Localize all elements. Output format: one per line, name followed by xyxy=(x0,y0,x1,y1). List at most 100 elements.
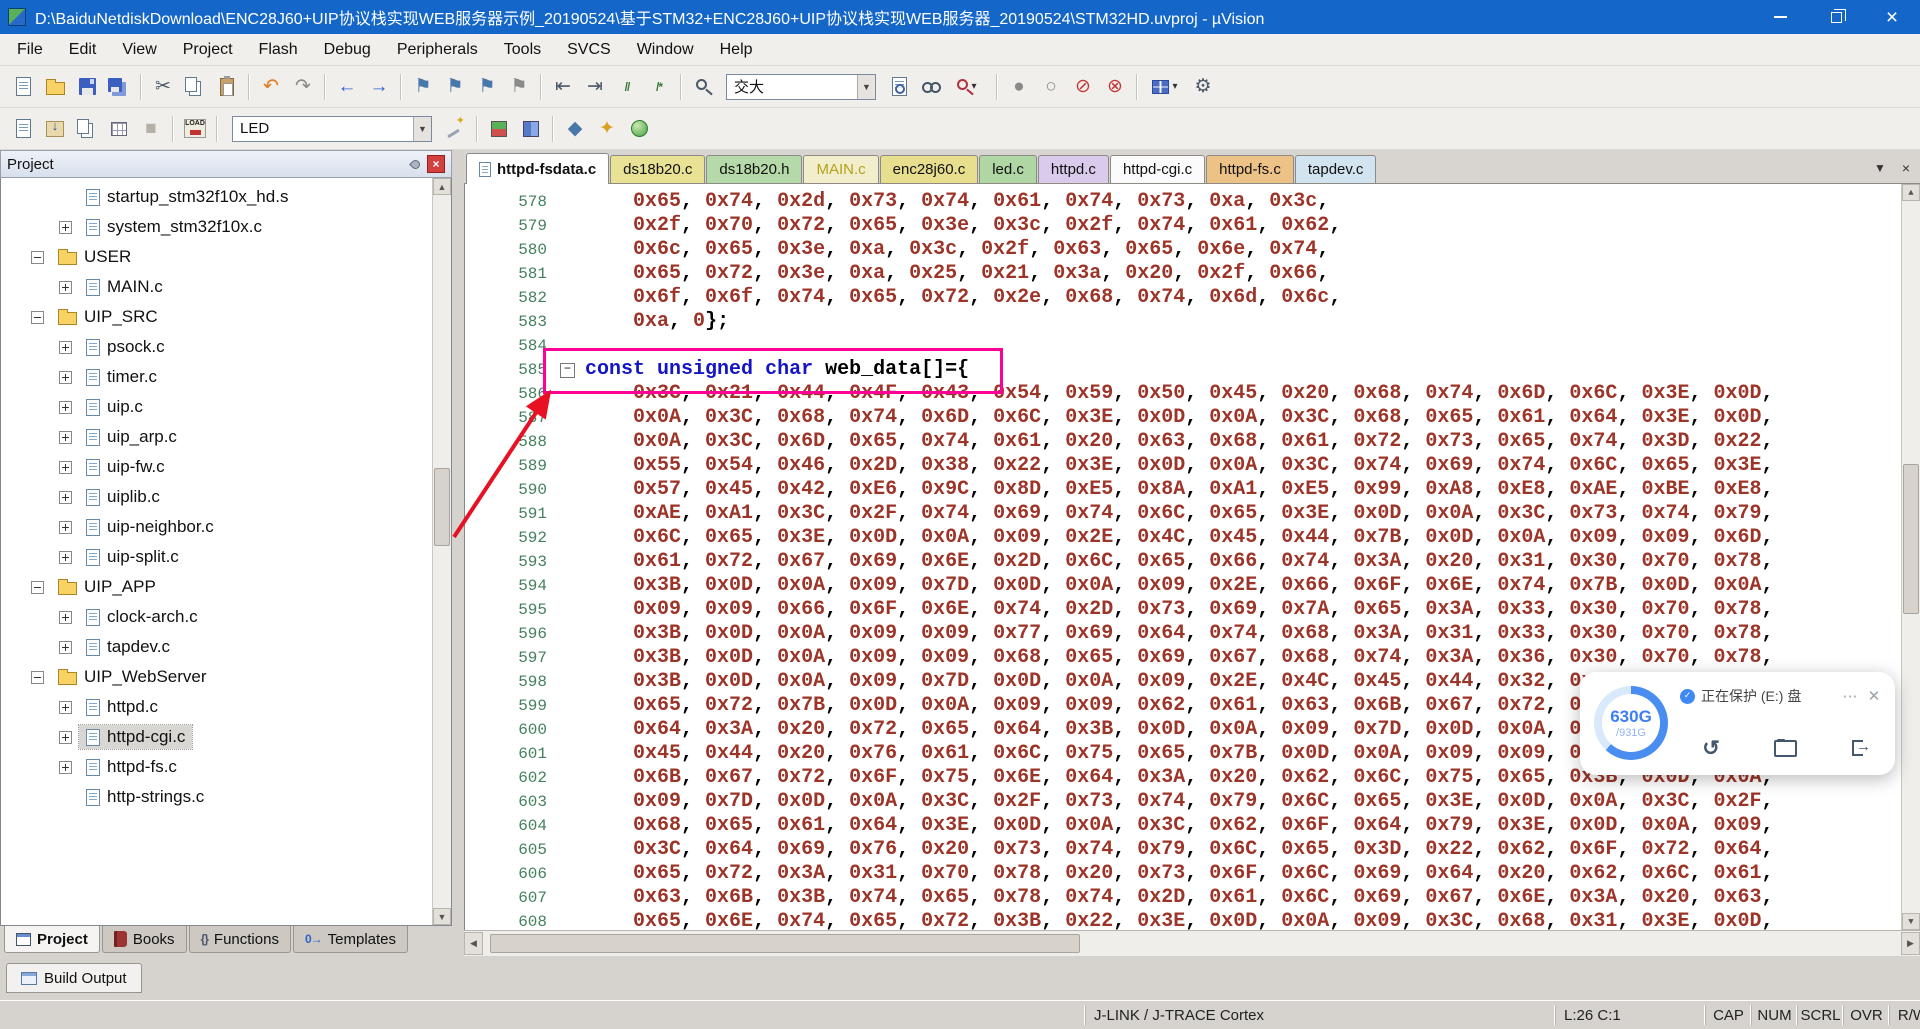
tree-item[interactable]: clock-arch.c xyxy=(1,602,451,632)
target-dropdown-icon[interactable]: ▼ xyxy=(413,117,431,141)
fold-margin[interactable] xyxy=(557,550,579,574)
fold-margin[interactable] xyxy=(557,502,579,526)
popup-close-icon[interactable]: ✕ xyxy=(1865,687,1883,705)
menu-item[interactable]: Window xyxy=(624,34,707,65)
batch-build-icon[interactable] xyxy=(104,114,134,144)
scroll-left-icon[interactable]: ◀ xyxy=(464,932,483,955)
pack-installer-icon[interactable] xyxy=(624,114,654,144)
fold-margin[interactable] xyxy=(557,310,579,334)
expander-icon[interactable] xyxy=(59,701,72,714)
find-combobox[interactable]: 交大 ▼ xyxy=(726,74,876,100)
tab-list-dropdown-icon[interactable]: ▼ xyxy=(1870,158,1890,178)
expander-icon[interactable] xyxy=(59,431,72,444)
download-load-icon[interactable]: LOAD xyxy=(180,114,210,144)
fold-margin[interactable] xyxy=(557,598,579,622)
tree-item[interactable]: UIP_APP xyxy=(1,572,451,602)
expander-icon[interactable] xyxy=(59,461,72,474)
menu-item[interactable]: View xyxy=(109,34,169,65)
tree-item[interactable]: MAIN.c xyxy=(1,272,451,302)
menu-item[interactable]: Peripherals xyxy=(384,34,491,65)
exit-icon[interactable] xyxy=(1847,735,1873,761)
editor-tab[interactable]: httpd.c xyxy=(1038,155,1109,183)
scroll-down-icon[interactable]: ▼ xyxy=(433,908,451,925)
manage-runtime-icon[interactable] xyxy=(484,114,514,144)
editor-tab[interactable]: tapdev.c xyxy=(1295,155,1377,183)
find-dropdown-icon[interactable]: ▼ xyxy=(857,75,875,99)
more-icon[interactable]: ⋯ xyxy=(1841,687,1859,705)
editor-scrollbar[interactable]: ▲ ▼ xyxy=(1901,184,1920,930)
menu-item[interactable]: Edit xyxy=(56,34,110,65)
outdent-icon[interactable]: ⇤ xyxy=(548,72,578,102)
view-tab[interactable]: Project xyxy=(4,926,100,953)
open-file-icon[interactable] xyxy=(40,72,70,102)
fold-margin[interactable] xyxy=(557,790,579,814)
redo-icon[interactable]: ↷ xyxy=(288,72,318,102)
breakpoint-toggle-icon[interactable]: ● xyxy=(1004,72,1034,102)
restore-button[interactable] xyxy=(1808,0,1864,34)
menu-item[interactable]: Project xyxy=(170,34,246,65)
pin-icon[interactable] xyxy=(406,155,424,173)
find-input[interactable]: 交大 xyxy=(727,76,857,97)
tree-item[interactable]: tapdev.c xyxy=(1,632,451,662)
build-icon[interactable] xyxy=(40,114,70,144)
expander-icon[interactable] xyxy=(59,761,72,774)
fold-margin[interactable] xyxy=(557,406,579,430)
close-button[interactable]: × xyxy=(1864,0,1920,34)
save-all-icon[interactable] xyxy=(104,72,134,102)
fold-margin[interactable] xyxy=(557,334,579,358)
target-select[interactable]: LED ▼ xyxy=(232,116,432,142)
tree-item[interactable]: uip_arp.c xyxy=(1,422,451,452)
tree-item[interactable]: uip-split.c xyxy=(1,542,451,572)
tree-item[interactable]: startup_stm32f10x_hd.s xyxy=(1,182,451,212)
editor-tab[interactable]: httpd-fsdata.c xyxy=(466,153,609,184)
fold-margin[interactable] xyxy=(557,742,579,766)
scroll-up-icon[interactable]: ▲ xyxy=(1902,184,1920,201)
tree-item[interactable]: timer.c xyxy=(1,362,451,392)
window-layout-icon[interactable] xyxy=(1144,72,1186,102)
expander-icon[interactable] xyxy=(31,671,44,684)
fold-margin[interactable] xyxy=(557,910,579,930)
netdisk-protect-popup[interactable]: 630G /931G 正在保护 (E:) 盘 ⋯ ✕ xyxy=(1580,672,1895,775)
indent-icon[interactable]: ⇥ xyxy=(580,72,610,102)
folder-icon[interactable] xyxy=(1773,735,1799,761)
scrollbar-thumb[interactable] xyxy=(434,468,450,546)
expander-icon[interactable] xyxy=(31,311,44,324)
manage-items-icon[interactable] xyxy=(516,114,546,144)
expander-icon[interactable] xyxy=(59,341,72,354)
tree-item[interactable]: uip-neighbor.c xyxy=(1,512,451,542)
menu-item[interactable]: Tools xyxy=(491,34,554,65)
expander-icon[interactable] xyxy=(59,521,72,534)
menu-item[interactable]: Debug xyxy=(311,34,384,65)
fold-margin[interactable] xyxy=(557,382,579,406)
scroll-down-icon[interactable]: ▼ xyxy=(1902,913,1920,930)
scroll-up-icon[interactable]: ▲ xyxy=(433,178,451,195)
fold-margin[interactable] xyxy=(557,190,579,214)
navigate-back-icon[interactable]: ← xyxy=(332,72,362,102)
save-icon[interactable] xyxy=(72,72,102,102)
fold-margin[interactable] xyxy=(557,430,579,454)
uncomment-icon[interactable]: /* xyxy=(644,72,674,102)
fold-margin[interactable] xyxy=(557,262,579,286)
debug-star-icon[interactable]: ✦ xyxy=(592,114,622,144)
view-tab[interactable]: 0→ Templates xyxy=(293,926,408,953)
fold-margin[interactable] xyxy=(557,694,579,718)
tree-item[interactable]: httpd-cgi.c xyxy=(1,722,451,752)
fold-margin[interactable] xyxy=(557,766,579,790)
close-document-icon[interactable]: × xyxy=(1896,158,1916,178)
editor-tab[interactable]: httpd-fs.c xyxy=(1206,155,1294,183)
editor-tab[interactable]: ds18b20.c xyxy=(610,155,705,183)
comment-icon[interactable]: // xyxy=(612,72,642,102)
tree-item[interactable]: USER xyxy=(1,242,451,272)
tab-build-output[interactable]: Build Output xyxy=(6,963,142,993)
tree-item[interactable]: uiplib.c xyxy=(1,482,451,512)
view-tab[interactable]: {} Functions xyxy=(189,926,291,953)
bookmark-next-icon[interactable]: ⚑ xyxy=(472,72,502,102)
options-target-icon[interactable] xyxy=(440,114,470,144)
expander-icon[interactable] xyxy=(59,641,72,654)
fold-margin[interactable] xyxy=(557,478,579,502)
copy-icon[interactable] xyxy=(180,72,210,102)
history-icon[interactable] xyxy=(1698,735,1724,761)
navigate-forward-icon[interactable]: → xyxy=(364,72,394,102)
panel-splitter[interactable] xyxy=(452,150,464,956)
panel-close-icon[interactable]: × xyxy=(427,155,445,173)
